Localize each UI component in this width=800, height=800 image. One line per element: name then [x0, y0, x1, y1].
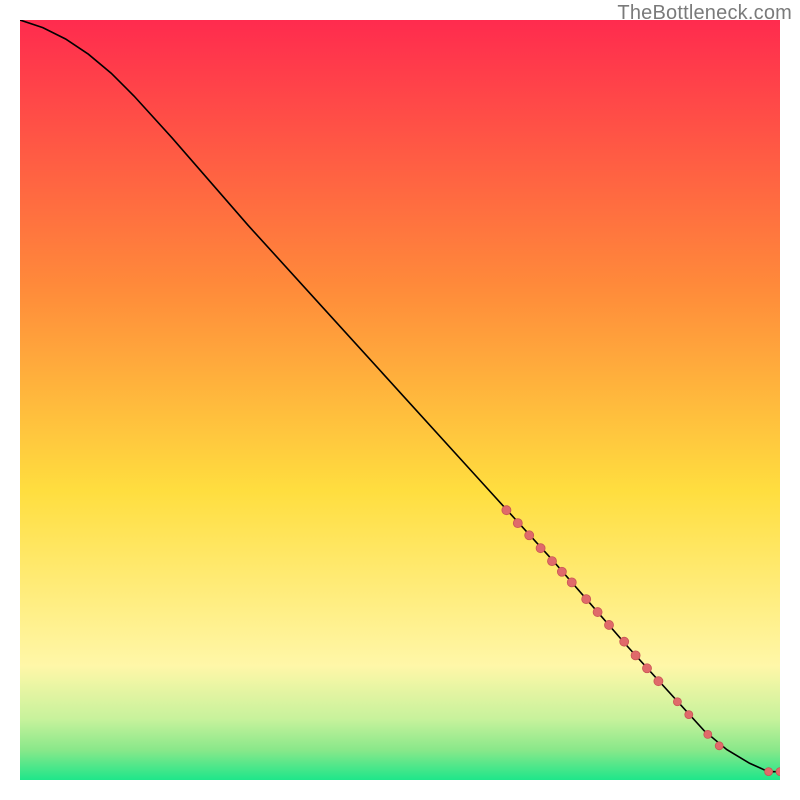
data-point-14: [673, 698, 681, 706]
data-point-16: [704, 730, 712, 738]
watermark-text: TheBottleneck.com: [617, 2, 792, 25]
data-point-13: [654, 677, 663, 686]
data-point-3: [536, 544, 545, 553]
data-point-2: [525, 531, 534, 540]
data-point-10: [620, 637, 629, 646]
chart-container: TheBottleneck.com: [0, 0, 800, 800]
points-layer: [20, 20, 780, 780]
data-point-1: [513, 519, 522, 528]
data-point-15: [685, 711, 693, 719]
data-point-4: [548, 557, 557, 566]
data-point-12: [643, 664, 652, 673]
data-point-8: [593, 608, 602, 617]
data-point-11: [631, 651, 640, 660]
data-point-19: [776, 768, 780, 776]
data-point-9: [605, 620, 614, 629]
data-point-6: [567, 578, 576, 587]
data-point-7: [582, 595, 591, 604]
data-point-17: [715, 742, 723, 750]
data-point-5: [557, 567, 566, 576]
data-point-18: [765, 768, 773, 776]
plot-area: [20, 20, 780, 780]
data-point-0: [502, 506, 511, 515]
